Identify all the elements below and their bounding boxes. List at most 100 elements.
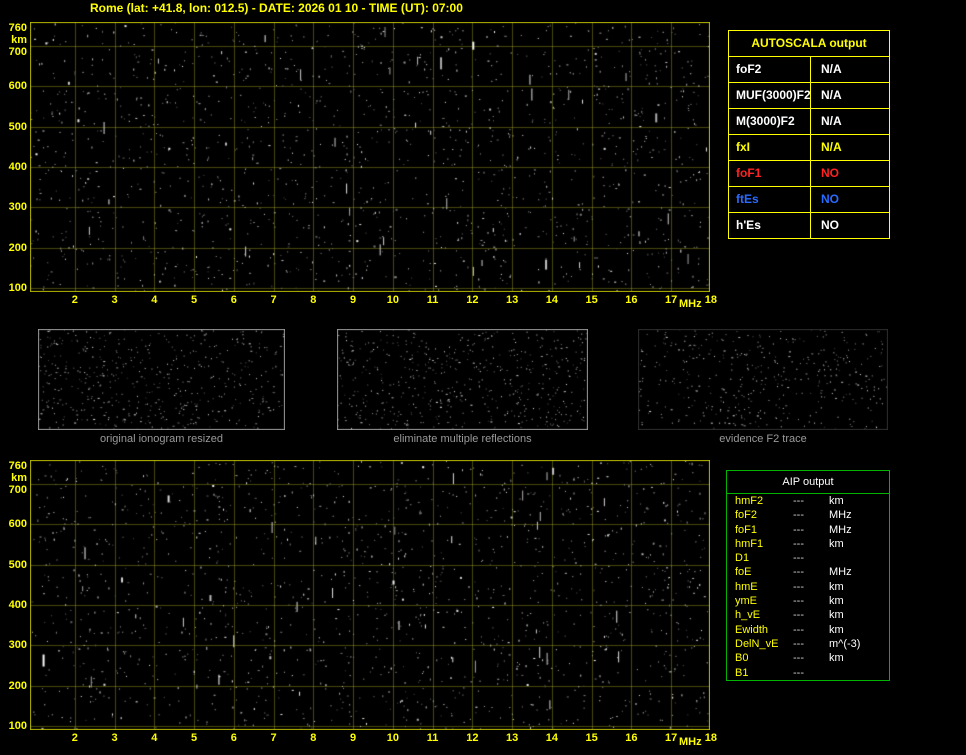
y-tick-label-100: 100 <box>8 720 27 732</box>
aip-table-rows: hmF2 --- km foF2 --- MHz foF1 --- MHz hmF1 --- km D1… <box>727 494 889 680</box>
autoscala-row-muf-3000-f2: MUF(3000)F2 N/A <box>729 83 889 109</box>
parameter-unit: km <box>829 495 844 507</box>
x-tick-label-18: 18 <box>704 732 718 744</box>
y-tick-label-100: 100 <box>8 282 27 294</box>
x-tick-label-14: 14 <box>545 294 558 306</box>
parameter-value: --- <box>793 509 804 522</box>
parameter-unit: km <box>829 623 844 636</box>
parameter-unit: km <box>829 609 844 622</box>
parameter-value: --- <box>793 637 804 650</box>
autoscala-row-h-es: h'Es NO <box>729 213 889 238</box>
autoscala-row-fof1: foF1 NO <box>729 161 889 187</box>
x-tick-label-4: 4 <box>151 732 158 744</box>
x-tick-label-10: 10 <box>386 294 399 306</box>
thumbnail-evidence-f2-trace <box>638 329 888 430</box>
parameter-label: M(3000)F2 <box>729 109 811 134</box>
aip-row-yme: ymE --- km <box>727 594 889 608</box>
x-tick-label-12: 12 <box>466 732 479 744</box>
parameter-unit: km <box>829 537 844 550</box>
y-tick-label-200: 200 <box>8 680 27 692</box>
aip-row-ewidth: Ewidth --- km <box>727 623 889 637</box>
aip-row-b0: B0 --- km <box>727 651 889 665</box>
y-tick-label-600: 600 <box>8 518 27 530</box>
x-tick-label-13: 13 <box>505 732 519 744</box>
x-tick-label-8: 8 <box>310 294 317 306</box>
thumbnail-eliminate-reflections <box>337 329 588 430</box>
parameter-value: --- <box>793 566 804 579</box>
x-tick-label-6: 6 <box>230 732 237 744</box>
x-tick-label-7: 7 <box>270 294 277 306</box>
x-tick-label-13: 13 <box>505 294 519 306</box>
y-tick-label-700: 700 <box>8 46 27 58</box>
x-tick-label-11: 11 <box>426 732 439 744</box>
parameter-value: --- <box>793 666 804 679</box>
autoscala-row-m-3000-f2: M(3000)F2 N/A <box>729 109 889 135</box>
parameter-label: fxI <box>729 135 811 160</box>
parameter-label: B0 <box>735 652 749 665</box>
x-tick-label-9: 9 <box>350 732 357 744</box>
y-tick-label-300: 300 <box>8 201 27 213</box>
parameter-value: --- <box>793 595 804 608</box>
parameter-unit: km <box>829 580 844 593</box>
parameter-label: foF2 <box>735 509 758 522</box>
y-tick-label-700: 700 <box>8 484 27 496</box>
x-axis-unit-label: MHz <box>679 736 702 748</box>
x-tick-label-5: 5 <box>190 294 198 306</box>
parameter-value: --- <box>793 609 804 622</box>
autoscala-app-window: Rome (lat: +41.8, lon: 012.5) - DATE: 20… <box>0 0 966 755</box>
parameter-value: --- <box>793 537 804 550</box>
parameter-unit: km <box>829 652 844 665</box>
y-tick-label-500: 500 <box>8 121 27 133</box>
x-tick-label-18: 18 <box>704 294 718 306</box>
x-tick-label-4: 4 <box>151 294 158 306</box>
aip-row-foe: foE --- MHz <box>727 565 889 579</box>
y-tick-label-400: 400 <box>8 599 27 611</box>
aip-row-h-ve: h_vE --- km <box>727 608 889 622</box>
y-axis-unit-label: km <box>11 34 27 46</box>
page-title: Rome (lat: +41.8, lon: 012.5) - DATE: 20… <box>90 1 463 15</box>
thumbnail-caption-original: original ionogram resized <box>100 433 223 445</box>
parameter-value: --- <box>793 523 804 536</box>
parameter-label: D1 <box>735 552 750 565</box>
parameter-value: NO <box>821 218 839 232</box>
thumbnail-caption-f2-trace: evidence F2 trace <box>719 433 807 445</box>
x-tick-label-3: 3 <box>111 732 118 744</box>
y-axis-unit-label: km <box>11 472 27 484</box>
parameter-unit: km <box>829 595 844 608</box>
parameter-value: --- <box>793 623 804 636</box>
parameter-label: MUF(3000)F2 <box>729 83 811 108</box>
x-tick-label-14: 14 <box>545 732 558 744</box>
aip-row-hmf2: hmF2 --- km <box>727 494 889 508</box>
x-tick-label-15: 15 <box>585 294 598 306</box>
y-tick-label-300: 300 <box>8 639 27 651</box>
x-tick-label-5: 5 <box>190 732 198 744</box>
aip-table-header: AIP output <box>727 471 889 494</box>
x-tick-label-3: 3 <box>111 294 118 306</box>
parameter-label: ftEs <box>729 187 811 212</box>
parameter-value: NO <box>821 166 839 180</box>
ionogram-plot-top <box>30 22 710 292</box>
autoscala-row-fxi: fxI N/A <box>729 135 889 161</box>
parameter-label: foE <box>735 566 752 579</box>
ionogram-plot-bottom <box>30 460 710 730</box>
x-tick-label-11: 11 <box>426 294 439 306</box>
thumbnail-original-ionogram <box>38 329 285 430</box>
x-tick-label-8: 8 <box>310 732 317 744</box>
parameter-unit: MHz <box>829 523 852 536</box>
parameter-label: B1 <box>735 666 749 679</box>
aip-row-fof1: foF1 --- MHz <box>727 523 889 537</box>
aip-row-hmf1: hmF1 --- km <box>727 537 889 551</box>
parameter-value: --- <box>793 580 804 593</box>
x-tick-label-16: 16 <box>625 732 638 744</box>
parameter-value: --- <box>793 552 804 565</box>
parameter-value: N/A <box>821 114 842 128</box>
parameter-label: Ewidth <box>735 623 769 636</box>
parameter-value: N/A <box>821 62 842 76</box>
x-tick-label-15: 15 <box>585 732 598 744</box>
autoscala-row-ftes: ftEs NO <box>729 187 889 213</box>
parameter-value: NO <box>821 192 839 206</box>
parameter-unit: MHz <box>829 509 852 522</box>
y-tick-label-500: 500 <box>8 559 27 571</box>
x-tick-label-16: 16 <box>625 294 638 306</box>
y-tick-label-760: 760 <box>8 22 27 34</box>
